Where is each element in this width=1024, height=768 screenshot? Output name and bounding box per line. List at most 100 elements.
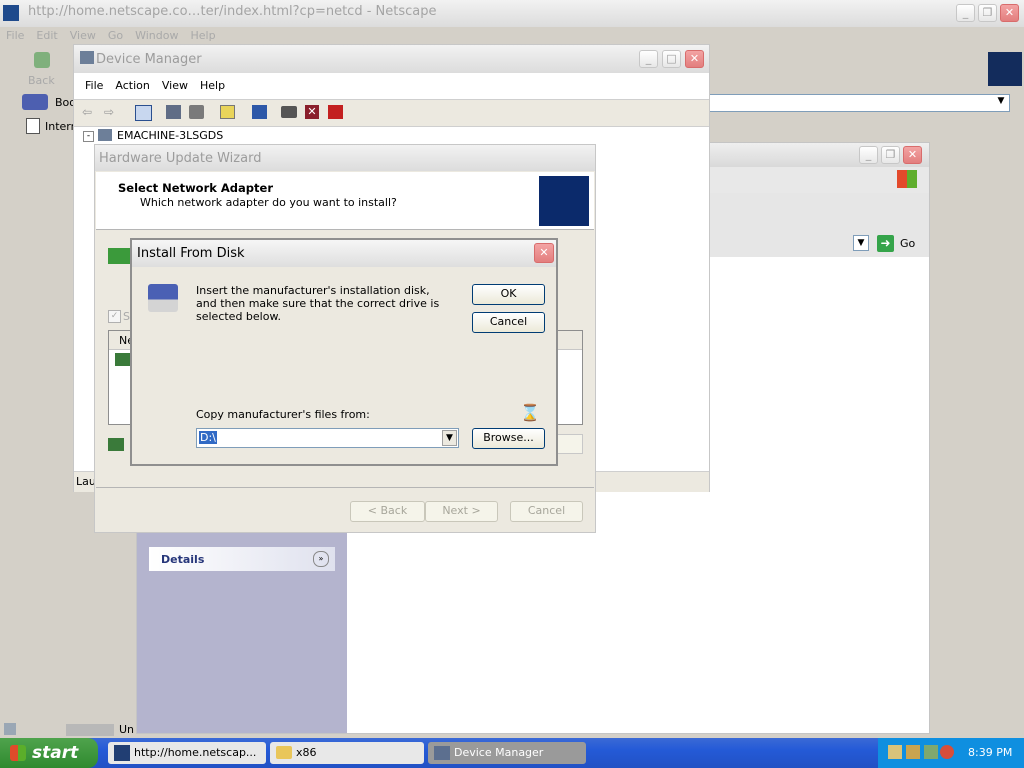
- device-manager-status-text: Lau: [76, 475, 96, 488]
- netscape-menu-view[interactable]: View: [64, 27, 102, 44]
- tray-volume-icon[interactable]: [906, 745, 920, 759]
- taskbar-item-x86-label: x86: [296, 746, 317, 759]
- netscape-task-icon: [114, 745, 130, 761]
- start-button[interactable]: start: [0, 738, 98, 768]
- dm-menu-file[interactable]: File: [79, 77, 109, 94]
- ok-button[interactable]: OK: [472, 284, 545, 305]
- tree-expand-icon[interactable]: -: [83, 131, 94, 142]
- taskbar-item-device-manager-label: Device Manager: [454, 746, 544, 759]
- dm-menu-action[interactable]: Action: [109, 77, 155, 94]
- update-driver-icon[interactable]: [281, 106, 297, 118]
- browse-button[interactable]: Browse...: [472, 428, 545, 449]
- device-manager-minimize-button[interactable]: _: [639, 50, 658, 68]
- busy-cursor-icon: ⌛: [520, 403, 540, 422]
- help-icon[interactable]: [220, 105, 235, 119]
- taskbar-item-x86[interactable]: x86: [270, 742, 424, 764]
- dm-menu-help[interactable]: Help: [194, 77, 231, 94]
- taskbar-item-device-manager[interactable]: Device Manager: [428, 742, 586, 764]
- back-icon[interactable]: ⇦: [82, 105, 96, 119]
- install-from-disk-message: Insert the manufacturer's installation d…: [196, 284, 440, 323]
- device-manager-close-button[interactable]: ✕: [685, 50, 704, 68]
- netscape-close-button[interactable]: ✕: [1000, 4, 1019, 22]
- go-label[interactable]: Go: [900, 237, 915, 250]
- network-adapter-hardware-icon: [539, 176, 589, 226]
- details-collapse-icon[interactable]: »: [313, 551, 329, 567]
- explorer-close-button[interactable]: ✕: [903, 146, 922, 164]
- netscape-title: http://home.netscape.co…ter/index.html?c…: [28, 4, 437, 19]
- print-icon[interactable]: [189, 105, 204, 119]
- device-manager-title: Device Manager: [96, 52, 202, 67]
- security-lock-icon: [4, 723, 16, 735]
- windows-flag-icon: [10, 745, 26, 761]
- wizard-title: Hardware Update Wizard: [99, 151, 262, 166]
- tree-root-label[interactable]: EMACHINE-3LSGDS: [117, 129, 223, 142]
- device-manager-toolbar: ⇦ ⇨ ✕: [74, 99, 709, 127]
- adapter-item-icon: [115, 353, 131, 366]
- tray-clock: 8:39 PM: [968, 746, 1013, 759]
- tray-messenger-icon[interactable]: [940, 745, 954, 759]
- wizard-header: Select Network Adapter Which network ada…: [96, 172, 594, 230]
- scan-hardware-icon[interactable]: [252, 105, 267, 119]
- wizard-divider: [96, 487, 594, 488]
- progress-bar: [66, 724, 114, 736]
- path-dropdown-icon[interactable]: ▼: [442, 430, 457, 446]
- device-manager-title-bar[interactable]: Device Manager _ □ ✕: [74, 45, 709, 73]
- details-label: Details: [161, 553, 205, 566]
- wizard-header-subtitle: Which network adapter do you want to ins…: [140, 196, 397, 209]
- netscape-location-field[interactable]: ▼: [708, 94, 1010, 112]
- show-compatible-checkbox[interactable]: ✓: [108, 310, 121, 323]
- computer-node-icon: [98, 129, 112, 141]
- wizard-title-bar[interactable]: Hardware Update Wizard: [95, 145, 595, 171]
- netscape-maximize-button[interactable]: ❐: [978, 4, 997, 22]
- netscape-menu-edit[interactable]: Edit: [30, 27, 63, 44]
- uninstall-device-icon[interactable]: [328, 105, 343, 119]
- address-dropdown-icon[interactable]: ▼: [853, 235, 869, 251]
- install-from-disk-title-bar[interactable]: Install From Disk ✕: [132, 240, 556, 267]
- netscape-title-bar[interactable]: http://home.netscape.co…ter/index.html?c…: [0, 0, 1024, 27]
- dm-menu-view[interactable]: View: [156, 77, 194, 94]
- disable-device-icon[interactable]: ✕: [305, 105, 319, 119]
- network-adapter-list-icon: [108, 248, 130, 264]
- netscape-menu-go[interactable]: Go: [102, 27, 129, 44]
- copy-files-label: Copy manufacturer's files from:: [196, 408, 370, 421]
- wizard-next-button[interactable]: Next >: [425, 501, 498, 522]
- device-manager-task-icon: [434, 746, 450, 760]
- device-manager-computer-icon: [80, 51, 94, 64]
- tray-safely-remove-icon[interactable]: [924, 745, 938, 759]
- netscape-status-text: Un: [119, 723, 135, 736]
- tray-network-icon[interactable]: [888, 745, 902, 759]
- floppy-disk-icon: [148, 284, 178, 312]
- back-arrow-icon: [34, 52, 50, 68]
- explorer-maximize-button[interactable]: ❐: [881, 146, 900, 164]
- copy-files-path-combobox[interactable]: D:\ ▼: [196, 428, 459, 448]
- details-panel-header[interactable]: Details »: [149, 547, 335, 571]
- back-label: Back: [28, 74, 55, 87]
- explorer-minimize-button[interactable]: _: [859, 146, 878, 164]
- go-arrow-icon[interactable]: ➜: [877, 235, 894, 252]
- system-tray: 8:39 PM: [878, 738, 1024, 768]
- netscape-back-button[interactable]: Back: [18, 50, 68, 90]
- device-manager-menu-bar: File Action View Help: [79, 77, 699, 97]
- netscape-throbber-icon: [988, 52, 1022, 86]
- show-hide-console-tree-icon[interactable]: [135, 105, 152, 121]
- netscape-minimize-button[interactable]: _: [956, 4, 975, 22]
- cancel-button[interactable]: Cancel: [472, 312, 545, 333]
- netscape-menu-help[interactable]: Help: [184, 27, 221, 44]
- internet-icon: [26, 118, 40, 134]
- install-from-disk-close-button[interactable]: ✕: [534, 243, 554, 263]
- properties-icon[interactable]: [166, 105, 181, 119]
- netscape-menu-file[interactable]: File: [0, 27, 30, 44]
- install-from-disk-dialog: Install From Disk ✕ Insert the manufactu…: [130, 238, 558, 466]
- taskbar-item-netscape-label: http://home.netscap...: [134, 746, 257, 759]
- netscape-logo-icon: [3, 5, 19, 21]
- forward-icon[interactable]: ⇨: [104, 105, 118, 119]
- device-manager-maximize-button[interactable]: □: [662, 50, 681, 68]
- signed-driver-icon: [108, 438, 124, 451]
- copy-files-path-value: D:\: [199, 431, 217, 444]
- wizard-cancel-button[interactable]: Cancel: [510, 501, 583, 522]
- wizard-back-button[interactable]: < Back: [350, 501, 425, 522]
- netscape-menu-window[interactable]: Window: [129, 27, 184, 44]
- have-disk-button-partial[interactable]: [558, 434, 583, 454]
- taskbar-item-netscape[interactable]: http://home.netscap...: [108, 742, 266, 764]
- location-dropdown-icon[interactable]: ▼: [994, 96, 1008, 110]
